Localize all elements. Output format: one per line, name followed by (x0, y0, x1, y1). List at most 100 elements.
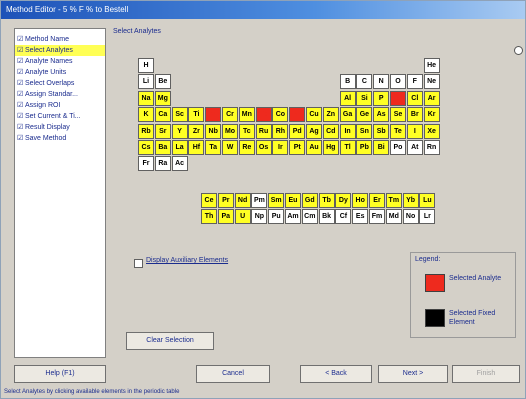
element-cell[interactable]: Co (272, 107, 289, 123)
element-cell[interactable]: C (356, 74, 373, 90)
element-cell[interactable]: N (373, 74, 390, 90)
element-cell[interactable]: Pd (289, 123, 306, 139)
element-cell[interactable]: Es (352, 209, 369, 225)
element-cell[interactable]: Rn (423, 140, 440, 155)
element-cell[interactable]: Yb (402, 193, 419, 208)
element-cell[interactable]: Bk (318, 209, 335, 225)
element-cell[interactable]: Zn (322, 107, 339, 123)
element-cell[interactable]: Ar (423, 90, 440, 106)
element-cell[interactable]: Ho (352, 193, 369, 208)
element-cell[interactable]: Po (390, 140, 406, 155)
element-cell[interactable]: Xe (423, 123, 440, 139)
element-cell[interactable]: Cd (322, 123, 339, 139)
wizard-step-item[interactable]: ☑ Assign Standar... (15, 89, 105, 100)
element-cell[interactable]: Pt (289, 140, 306, 155)
element-cell[interactable]: B (339, 74, 356, 90)
element-cell[interactable]: Te (390, 123, 406, 139)
element-cell[interactable]: Ga (339, 107, 356, 123)
element-cell[interactable]: Al (339, 90, 356, 106)
element-cell[interactable]: Fr (138, 156, 154, 172)
element-cell[interactable]: Nd (234, 193, 251, 208)
aux-elements-label[interactable]: Display Auxiliary Elements (146, 257, 228, 264)
element-cell[interactable]: Pb (356, 140, 373, 155)
element-cell[interactable]: Cr (222, 107, 238, 123)
element-cell[interactable]: U (234, 209, 251, 225)
options-icon[interactable] (514, 46, 523, 55)
wizard-step-item[interactable]: ☑ Select Overlaps (15, 78, 105, 89)
element-cell[interactable]: Np (251, 209, 268, 225)
element-cell[interactable]: Mg (154, 90, 171, 106)
wizard-step-item[interactable]: ☑ Save Method (15, 133, 105, 144)
element-cell[interactable]: Lr (419, 209, 436, 225)
cancel-button[interactable]: Cancel (196, 365, 270, 383)
wizard-step-item[interactable]: ☑ Analyte Names (15, 56, 105, 67)
element-cell[interactable]: Md (385, 209, 402, 225)
element-cell[interactable]: In (339, 123, 356, 139)
element-cell[interactable]: Cf (335, 209, 352, 225)
element-cell[interactable]: Cu (306, 107, 322, 123)
element-cell[interactable]: Ta (205, 140, 222, 155)
element-cell[interactable]: Cs (138, 140, 154, 155)
element-cell[interactable]: Eu (285, 193, 301, 208)
element-cell[interactable]: Am (285, 209, 301, 225)
element-cell[interactable]: Ti (188, 107, 205, 123)
element-cell[interactable]: Sb (373, 123, 390, 139)
element-cell[interactable]: Fe (255, 107, 272, 123)
element-cell[interactable]: As (373, 107, 390, 123)
element-cell[interactable]: Bi (373, 140, 390, 155)
element-cell[interactable]: At (406, 140, 423, 155)
element-cell[interactable]: No (402, 209, 419, 225)
element-cell[interactable]: Cl (406, 90, 423, 106)
element-cell[interactable]: Pr (217, 193, 234, 208)
element-cell[interactable]: Lu (419, 193, 436, 208)
element-cell[interactable]: Ni (289, 107, 306, 123)
element-cell[interactable]: Tb (318, 193, 335, 208)
element-cell[interactable]: Tm (385, 193, 402, 208)
element-cell[interactable]: Be (154, 74, 171, 90)
element-cell[interactable]: Fm (369, 209, 385, 225)
element-cell[interactable]: Pa (217, 209, 234, 225)
element-cell[interactable]: Kr (423, 107, 440, 123)
element-cell[interactable]: Ce (201, 193, 217, 208)
element-cell[interactable]: F (406, 74, 423, 90)
wizard-step-item[interactable]: ☑ Set Current & Ti... (15, 111, 105, 122)
element-cell[interactable]: Se (390, 107, 406, 123)
element-cell[interactable]: Y (171, 123, 188, 139)
element-cell[interactable]: Hf (188, 140, 205, 155)
element-cell[interactable]: Ca (154, 107, 171, 123)
wizard-step-item[interactable]: ☑ Select Analytes (15, 45, 105, 56)
element-cell[interactable]: V (205, 107, 222, 123)
element-cell[interactable]: Dy (335, 193, 352, 208)
aux-elements-checkbox[interactable] (134, 259, 143, 268)
element-cell[interactable]: Pm (251, 193, 268, 208)
element-cell[interactable]: Ne (423, 74, 440, 90)
element-cell[interactable]: Ac (171, 156, 188, 172)
element-cell[interactable]: He (423, 58, 440, 73)
element-cell[interactable]: Nb (205, 123, 222, 139)
element-cell[interactable]: Os (255, 140, 272, 155)
element-cell[interactable]: Ge (356, 107, 373, 123)
element-cell[interactable]: Sm (268, 193, 285, 208)
element-cell[interactable]: Er (369, 193, 385, 208)
element-cell[interactable]: Sc (171, 107, 188, 123)
element-cell[interactable]: Rh (272, 123, 289, 139)
element-cell[interactable]: Zr (188, 123, 205, 139)
element-cell[interactable]: W (222, 140, 238, 155)
element-cell[interactable]: P (373, 90, 390, 106)
element-cell[interactable]: Tc (238, 123, 255, 139)
element-cell[interactable]: Sn (356, 123, 373, 139)
element-cell[interactable]: Sr (154, 123, 171, 139)
element-cell[interactable]: Ag (306, 123, 322, 139)
element-cell[interactable]: I (406, 123, 423, 139)
element-cell[interactable]: S (390, 90, 406, 106)
element-cell[interactable]: Au (306, 140, 322, 155)
element-cell[interactable]: Ba (154, 140, 171, 155)
element-cell[interactable]: K (138, 107, 154, 123)
element-cell[interactable]: Na (138, 90, 154, 106)
element-cell[interactable]: H (138, 58, 154, 73)
back-button[interactable]: < Back (300, 365, 372, 383)
element-cell[interactable]: Pu (268, 209, 285, 225)
element-cell[interactable]: Ra (154, 156, 171, 172)
element-cell[interactable]: Li (138, 74, 154, 90)
element-cell[interactable]: Hg (322, 140, 339, 155)
